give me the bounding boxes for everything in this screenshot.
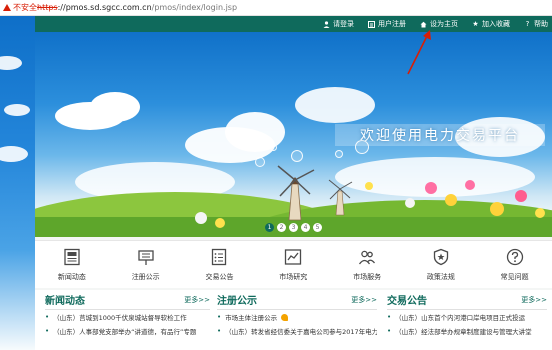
hot-icon (281, 313, 289, 321)
quick-link-policy[interactable]: 政策法规 (404, 241, 478, 288)
quick-link-research[interactable]: 市场研究 (256, 241, 330, 288)
trade-title: 交易公告 (387, 296, 427, 307)
research-icon (283, 247, 303, 267)
help-link[interactable]: ? 帮助 (524, 19, 548, 29)
url-path: /pmos/index/login.jsp (151, 3, 238, 12)
url-separator: :// (57, 3, 66, 12)
quick-link-news[interactable]: 新闻动态 (35, 241, 109, 288)
windmill-image (277, 165, 315, 221)
list-item[interactable]: • （山东）人事部党支部举办“讲道德，有品行”专题 (45, 324, 210, 338)
news-column: 新闻动态 更多>> • （山东）莒城到1000千伏泉城站督导软检工作 • （山东）人… (45, 290, 210, 338)
help-icon: ? (525, 19, 530, 28)
side-background (0, 16, 35, 350)
help-label: 帮助 (534, 20, 548, 28)
add-favorite-link[interactable]: ★ 加入收藏 (472, 19, 510, 29)
user-icon (323, 20, 330, 28)
news-title: 新闻动态 (45, 296, 85, 307)
banner-slogan: 欢迎使用电力交易平台 (335, 124, 545, 146)
news-more-link[interactable]: 更多>> (184, 295, 210, 305)
address-bar[interactable]: 不安全 https :// pmos.sd.sgcc.com.cn /pmos/… (0, 0, 552, 16)
registration-more-link[interactable]: 更多>> (351, 295, 377, 305)
trade-column: 交易公告 更多>> • （山东）山东首个内河港口岸电项目正式投运 • （山东）经法部… (387, 290, 547, 338)
quick-links: 新闻动态 注册公示 交易公告 市场研究 市场服务 政策法规 常见问题 (35, 240, 552, 288)
pager-dot[interactable]: 1 (265, 223, 274, 232)
list-item[interactable]: • 市场主体注册公示 (217, 310, 377, 324)
registration-title: 注册公示 (217, 296, 257, 307)
annotation-arrow (407, 30, 431, 75)
quick-link-label: 注册公示 (131, 273, 160, 281)
register-notice-icon (136, 247, 156, 267)
quick-link-label: 市场研究 (279, 273, 308, 281)
login-label: 请登录 (333, 20, 354, 28)
quick-link-faq[interactable]: 常见问题 (478, 241, 552, 288)
quick-link-label: 常见问题 (500, 273, 529, 281)
list-item[interactable]: • （山东）山东首个内河港口岸电项目正式投运 (387, 310, 547, 324)
news-icon (62, 247, 82, 267)
warning-icon (3, 4, 11, 11)
star-icon: ★ (472, 19, 479, 28)
quick-link-registration[interactable]: 注册公示 (109, 241, 183, 288)
pager-dot[interactable]: 5 (313, 223, 322, 232)
insecure-label: 不安全 (13, 3, 37, 12)
windmill-small-image (328, 179, 353, 216)
service-icon (357, 247, 377, 267)
add-favorite-label: 加入收藏 (482, 20, 510, 28)
list-item[interactable]: • （山东）转发省经信委关于嘉电公司参与2017年电力 (217, 324, 377, 338)
quick-link-label: 市场服务 (353, 273, 382, 281)
register-icon (368, 20, 375, 28)
pager-dot[interactable]: 3 (289, 223, 298, 232)
login-link[interactable]: 请登录 (323, 19, 354, 29)
top-nav: 请登录 用户注册 设为主页 ★ 加入收藏 ? 帮助 (35, 16, 552, 32)
content-columns: 新闻动态 更多>> • （山东）莒城到1000千伏泉城站督导软检工作 • （山东）人… (35, 290, 552, 350)
hero-banner[interactable]: 欢迎使用电力交易平台 1 2 3 4 5 (35, 32, 552, 237)
trade-more-link[interactable]: 更多>> (521, 295, 547, 305)
url-host: pmos.sd.sgcc.com.cn (65, 3, 152, 12)
insecure-warning[interactable]: 不安全 (3, 2, 37, 13)
home-icon (420, 21, 427, 28)
list-item[interactable]: • （山东）莒城到1000千伏泉城站督导软检工作 (45, 310, 210, 324)
quick-link-label: 交易公告 (205, 273, 234, 281)
quick-link-service[interactable]: 市场服务 (330, 241, 404, 288)
quick-link-label: 政策法规 (426, 273, 455, 281)
faq-icon (505, 247, 525, 267)
quick-link-trade[interactable]: 交易公告 (183, 241, 257, 288)
announcement-icon (209, 247, 229, 267)
policy-icon (431, 247, 451, 267)
registration-column: 注册公示 更多>> • 市场主体注册公示 • （山东）转发省经信委关于嘉电公司参与2… (217, 290, 377, 338)
pager-dot[interactable]: 2 (277, 223, 286, 232)
quick-link-label: 新闻动态 (57, 273, 86, 281)
banner-pager: 1 2 3 4 5 (265, 223, 325, 232)
url-protocol: https (37, 3, 58, 12)
pager-dot[interactable]: 4 (301, 223, 310, 232)
list-item[interactable]: • （山东）经法部举办规章制度建设与管理大讲堂 (387, 324, 547, 338)
